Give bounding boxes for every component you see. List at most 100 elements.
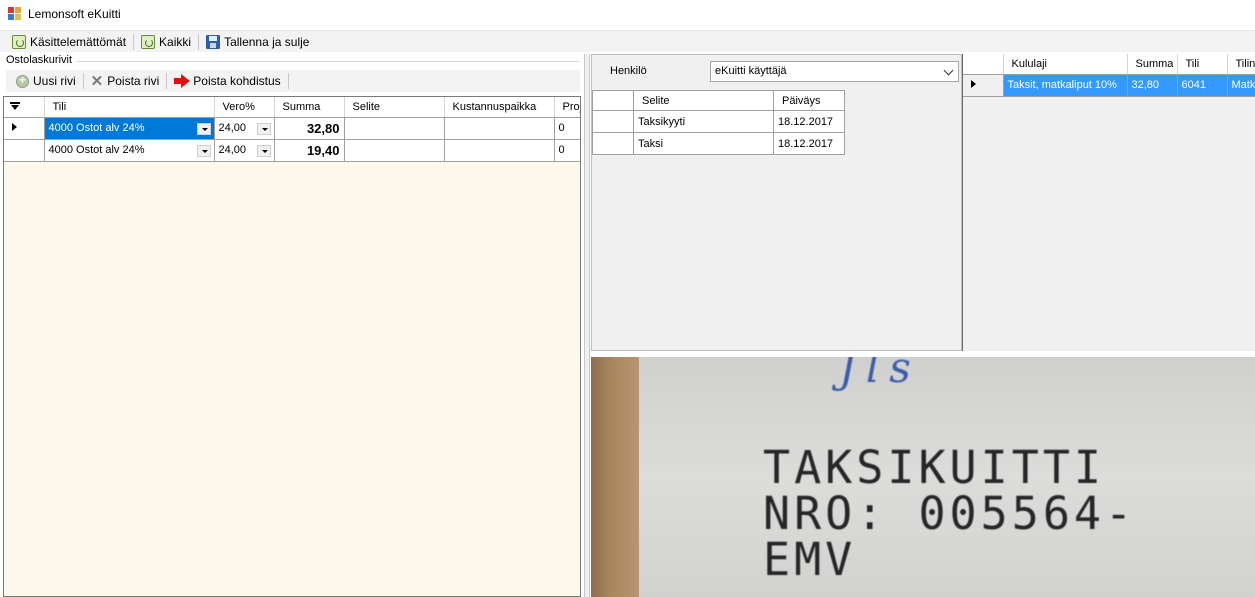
column-header-kustannuspaikka[interactable]: Kustannuspaikka [444, 97, 555, 118]
account-value: 4000 Ostot alv 24% [48, 122, 145, 134]
person-select[interactable]: eKuitti käyttäjä [710, 61, 959, 82]
group-divider [72, 61, 580, 62]
person-value: eKuitti käyttäjä [715, 65, 787, 77]
column-header-tilin[interactable]: Tilin [1227, 54, 1255, 75]
receipt-list-grid[interactable]: Selite Päiväys Taksikyyti 18.12.2017 Tak… [592, 90, 845, 155]
table-row[interactable]: 4000 Ostot alv 24% 24,00 19,40 0 [4, 139, 580, 162]
column-header-vero[interactable]: Vero% [214, 97, 275, 118]
column-header-kululaji[interactable]: Kululaji [1003, 54, 1128, 75]
column-header-summa[interactable]: Summa [1127, 54, 1178, 75]
account-combo[interactable]: 4000 Ostot alv 24% [44, 139, 215, 162]
current-row-icon [12, 123, 17, 131]
expense-type-panel: Kululaji Summa Tili Tilin Taksit, matkal… [962, 54, 1255, 351]
column-header-summa[interactable]: Summa [274, 97, 345, 118]
toolbar-separator [287, 73, 289, 89]
all-button[interactable]: Kaikki [137, 32, 195, 52]
lines-toolbar: Uusi rivi ✕ Poista rivi Poista kohdistus [6, 70, 580, 92]
refresh-icon [12, 34, 26, 49]
receipt-line: NRO: 005564- [763, 487, 1137, 540]
sum-cell[interactable]: 32,80 [1127, 74, 1178, 97]
account-name-cell[interactable]: Matk [1227, 74, 1255, 97]
row-header[interactable] [592, 110, 634, 133]
column-header-selite[interactable]: Selite [344, 97, 445, 118]
project-cell[interactable]: 0 [554, 117, 580, 140]
filter-icon [10, 101, 20, 110]
person-label: Henkilö [610, 65, 647, 77]
delete-row-button[interactable]: ✕ Poista rivi [87, 71, 164, 91]
table-row[interactable]: Taksi 18.12.2017 [592, 132, 845, 155]
toolbar-separator [198, 33, 200, 50]
account-cell[interactable]: 6041 [1177, 74, 1228, 97]
tax-value: 24,00 [218, 144, 247, 156]
column-header-tili[interactable]: Tili [44, 97, 215, 118]
expense-type-grid[interactable]: Kululaji Summa Tili Tilin Taksit, matkal… [963, 54, 1255, 97]
sum-cell[interactable]: 32,80 [274, 117, 345, 140]
app-icon [8, 7, 22, 21]
handwritten-note: Jls [839, 357, 921, 392]
cost-center-cell[interactable] [444, 117, 555, 140]
tax-combo[interactable]: 24,00 [214, 117, 275, 140]
grid-header-row: Selite Päiväys [592, 90, 845, 111]
dropdown-arrow-icon[interactable] [196, 144, 211, 157]
chevron-down-icon [943, 65, 954, 76]
row-header-corner [963, 54, 1004, 75]
toolbar-separator [166, 73, 168, 89]
table-row[interactable]: 4000 Ostot alv 24% 24,00 32,80 0 [4, 117, 580, 140]
row-header[interactable] [592, 132, 634, 155]
delete-x-icon: ✕ [90, 72, 104, 90]
sum-cell[interactable]: 19,40 [274, 139, 345, 162]
column-header-selite[interactable]: Selite [633, 90, 774, 111]
row-header[interactable] [4, 117, 45, 140]
all-label: Kaikki [159, 34, 192, 49]
description-cell[interactable]: Taksi [633, 132, 774, 155]
date-cell[interactable]: 18.12.2017 [773, 110, 845, 133]
receipt-background-edge [591, 357, 639, 597]
expense-type-cell[interactable]: Taksit, matkaliput 10% [1003, 74, 1128, 97]
project-cell[interactable]: 0 [554, 139, 580, 162]
receipt-line: TAKSIKUITTI [763, 441, 1106, 494]
save-close-label: Tallenna ja sulje [224, 34, 310, 49]
receipt-paper: Jls TAKSIKUITTI NRO: 005564- EMV [639, 357, 1255, 597]
table-row[interactable]: Taksit, matkaliput 10% 32,80 6041 Matk [963, 74, 1255, 97]
purchase-lines-title: Ostolaskurivit [6, 54, 77, 66]
toolbar-separator [133, 33, 135, 50]
red-arrow-icon [174, 74, 191, 88]
row-header[interactable] [4, 139, 45, 162]
receipt-line: EMV [763, 533, 857, 586]
dropdown-arrow-icon[interactable] [196, 122, 211, 135]
dropdown-arrow-icon[interactable] [256, 122, 271, 135]
dropdown-arrow-icon[interactable] [256, 144, 271, 157]
current-row-icon [971, 80, 976, 88]
filter-header[interactable] [4, 97, 45, 118]
purchase-lines-grid[interactable]: Tili Vero% Summa Selite Kustannuspaikka … [3, 96, 581, 597]
vertical-splitter[interactable] [584, 54, 590, 597]
column-header-tili[interactable]: Tili [1177, 54, 1228, 75]
delete-row-label: Poista rivi [107, 74, 160, 88]
save-close-button[interactable]: Tallenna ja sulje [202, 32, 313, 52]
date-cell[interactable]: 18.12.2017 [773, 132, 845, 155]
column-header-paivays[interactable]: Päiväys [773, 90, 845, 111]
column-header-proj[interactable]: Proj [554, 97, 580, 118]
grid-header-row: Tili Vero% Summa Selite Kustannuspaikka … [4, 97, 580, 118]
tax-combo[interactable]: 24,00 [214, 139, 275, 162]
cost-center-cell[interactable] [444, 139, 555, 162]
account-combo[interactable]: 4000 Ostot alv 24% [44, 117, 215, 140]
receipt-list-panel: Henkilö eKuitti käyttäjä Selite Päiväys … [591, 54, 962, 351]
refresh-icon [141, 34, 156, 49]
receipt-image-preview[interactable]: Jls TAKSIKUITTI NRO: 005564- EMV [591, 357, 1255, 597]
tax-value: 24,00 [218, 122, 247, 134]
unprocessed-label: Käsittelemättömät [30, 34, 127, 49]
window-title: Lemonsoft eKuitti [28, 7, 121, 21]
row-header-corner [592, 90, 634, 111]
purchase-lines-panel: Ostolaskurivit Uusi rivi ✕ Poista rivi P… [0, 54, 584, 597]
description-cell[interactable] [344, 139, 445, 162]
grid-header-row: Kululaji Summa Tili Tilin [963, 54, 1255, 75]
new-row-button[interactable]: Uusi rivi [12, 71, 80, 91]
row-header[interactable] [963, 74, 1004, 97]
description-cell[interactable] [344, 117, 445, 140]
receipt-printed-text: TAKSIKUITTI NRO: 005564- EMV [763, 445, 1136, 583]
unprocessed-button[interactable]: Käsittelemättömät [8, 32, 130, 52]
delete-allocation-button[interactable]: Poista kohdistus [170, 71, 284, 91]
description-cell[interactable]: Taksikyyti [633, 110, 774, 133]
table-row[interactable]: Taksikyyti 18.12.2017 [592, 110, 845, 133]
